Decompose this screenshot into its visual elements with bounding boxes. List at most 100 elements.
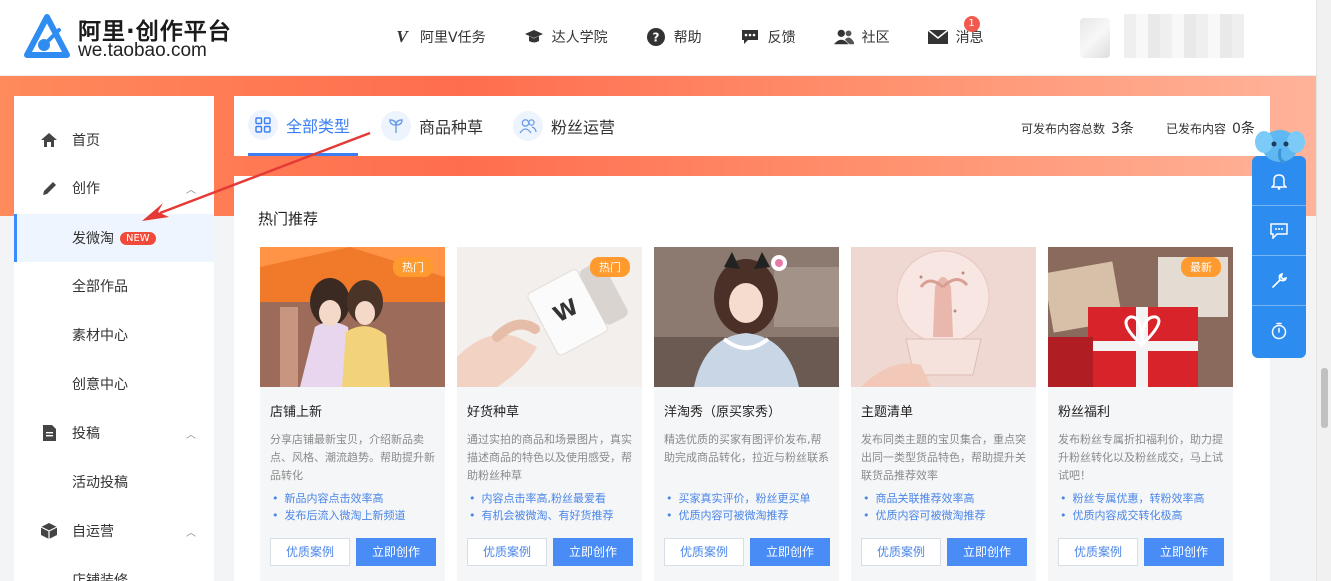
create-now-button[interactable]: 立即创作	[1144, 538, 1224, 566]
nav-help[interactable]: ? 帮助	[646, 26, 702, 48]
nav-community[interactable]: 社区	[833, 26, 890, 48]
tab-label: 粉丝运营	[551, 118, 616, 137]
card-description: 发布粉丝专属折扣福利价，助力提升粉丝转化以及粉丝成交，马上试试吧！	[1058, 433, 1223, 482]
card-buyer-show[interactable]: 洋淘秀（原买家秀） 精选优质的买家有图评价发布,帮助完成商品转化，拉近与粉丝联系…	[654, 247, 839, 581]
nav-label: 社区	[861, 30, 890, 46]
publishable-count: 可发布内容总数 3条	[1021, 118, 1134, 138]
timer-button[interactable]	[1252, 306, 1306, 356]
sidebar-item-create[interactable]: 创作 ︿	[14, 164, 214, 212]
sidebar-item-label: 全部作品	[72, 279, 128, 295]
card-theme-list[interactable]: 主题清单 发布同类主题的宝贝集合，重点突出同一类型货品特色，帮助提升关联货品推荐…	[851, 247, 1036, 581]
sidebar-item-activity-submission[interactable]: 活动投稿	[14, 458, 214, 506]
card-title: 主题清单	[861, 405, 914, 420]
tab-label: 全部类型	[286, 116, 351, 136]
sidebar-item-self-operation[interactable]: 自运营 ︿	[14, 507, 214, 555]
sidebar-item-label: 发微淘 NEW	[72, 228, 156, 248]
benefit-item: 发布后流入微淘上新频道	[272, 507, 442, 524]
mascot-icon[interactable]	[1254, 122, 1306, 166]
nav-messages[interactable]: 消息 1	[927, 16, 984, 48]
card-title: 洋淘秀（原买家秀）	[664, 405, 782, 420]
card-benefits: 商品关联推荐效率高 优质内容可被微淘推荐	[863, 490, 1033, 524]
quality-case-button[interactable]: 优质案例	[861, 538, 941, 566]
benefit-item: 优质内容可被微淘推荐	[666, 507, 836, 524]
card-benefits: 内容点击率高,粉丝最爱看 有机会被微淘、有好货推荐	[469, 490, 639, 524]
stat-value: 3条	[1111, 121, 1134, 137]
sidebar-item-shop-decoration[interactable]: 店铺装修	[14, 556, 214, 581]
sidebar: 首页 创作 ︿ 发微淘 NEW 全部作品 素材中心 创意中心 投稿 ︿ 活动投稿 …	[14, 96, 214, 581]
card-product-seeding[interactable]: W 热门 好货种草 通过实拍的商品和场景图片，真实描述商品的特色以及使用感受，帮…	[457, 247, 642, 581]
content-type-tabs: 全部类型 商品种草 粉丝运营 可发布内容总数 3条 已发布内容 0条	[234, 96, 1270, 156]
card-image[interactable]: 最新	[1048, 247, 1233, 387]
top-nav: V 阿里V任务 达人学院 ? 帮助 反馈 社区 消息 1	[392, 16, 1022, 48]
tools-button[interactable]	[1252, 256, 1306, 306]
card-fan-welfare[interactable]: 最新 粉丝福利 发布粉丝专属折扣福利价，助力提升粉丝转化以及粉丝成交，马上试试吧…	[1048, 247, 1233, 581]
logo-icon[interactable]	[24, 14, 70, 60]
chevron-up-icon: ︿	[186, 184, 196, 196]
sidebar-item-home[interactable]: 首页	[14, 116, 214, 164]
page-scrollbar[interactable]	[1316, 0, 1331, 581]
timer-icon	[1271, 322, 1287, 340]
v-icon: V	[396, 27, 408, 46]
card-image[interactable]: 热门	[260, 247, 445, 387]
card-image[interactable]	[654, 247, 839, 387]
help-icon: ?	[646, 27, 666, 47]
published-count: 已发布内容 0条	[1166, 118, 1255, 138]
card-shop-new[interactable]: 热门 店铺上新 分享店铺最新宝贝，介绍新品卖点、风格、潮流趋势。帮助提升新品转化…	[260, 247, 445, 581]
user-name-blurred[interactable]	[1124, 14, 1244, 58]
sidebar-item-all-works[interactable]: 全部作品	[14, 262, 214, 310]
nav-academy[interactable]: 达人学院	[524, 26, 608, 48]
message-count-badge: 1	[963, 16, 980, 32]
card-benefits: 新品内容点击效率高 发布后流入微淘上新频道	[272, 490, 442, 524]
nav-label: 帮助	[673, 30, 702, 46]
floating-toolbar	[1252, 156, 1306, 358]
benefit-item: 粉丝专属优惠，转粉效率高	[1060, 490, 1230, 507]
quality-case-button[interactable]: 优质案例	[664, 538, 744, 566]
stat-value: 0条	[1232, 121, 1255, 137]
create-now-button[interactable]: 立即创作	[356, 538, 436, 566]
section-title: 热门推荐	[258, 210, 319, 228]
create-now-button[interactable]: 立即创作	[553, 538, 633, 566]
top-header: 阿里·创作平台 we.taobao.com V 阿里V任务 达人学院 ? 帮助 …	[0, 0, 1331, 76]
card-description: 分享店铺最新宝贝，介绍新品卖点、风格、潮流趋势。帮助提升新品转化	[270, 433, 435, 482]
nav-ali-v-task[interactable]: V 阿里V任务	[392, 26, 486, 48]
stat-label: 已发布内容	[1166, 122, 1227, 136]
card-title: 好货种草	[467, 405, 520, 420]
pencil-icon	[40, 179, 58, 197]
tab-fan-operation[interactable]: 粉丝运营	[513, 96, 615, 156]
box-icon	[40, 522, 58, 540]
mail-icon	[927, 27, 948, 47]
sidebar-item-post-weitao[interactable]: 发微淘 NEW	[14, 214, 214, 262]
tab-product-seeding[interactable]: 商品种草	[381, 96, 483, 156]
card-image[interactable]	[851, 247, 1036, 387]
new-badge: NEW	[120, 232, 156, 245]
create-now-button[interactable]: 立即创作	[750, 538, 830, 566]
document-icon	[40, 424, 58, 442]
nav-label: 反馈	[767, 30, 796, 46]
tab-label: 商品种草	[419, 118, 484, 137]
nav-feedback[interactable]: 反馈	[740, 26, 796, 48]
users-icon	[513, 111, 543, 141]
sidebar-item-creative-center[interactable]: 创意中心	[14, 360, 214, 408]
create-now-button[interactable]: 立即创作	[947, 538, 1027, 566]
chevron-up-icon: ︿	[186, 429, 196, 441]
quality-case-button[interactable]: 优质案例	[270, 538, 350, 566]
new-tag: 最新	[1181, 257, 1221, 277]
sidebar-item-label: 投稿	[72, 426, 100, 442]
card-image[interactable]: W 热门	[457, 247, 642, 387]
sidebar-item-materials[interactable]: 素材中心	[14, 311, 214, 359]
benefit-item: 商品关联推荐效率高	[863, 490, 1033, 507]
scrollbar-thumb[interactable]	[1321, 368, 1328, 428]
avatar[interactable]	[1080, 18, 1110, 58]
message-icon	[1270, 222, 1288, 239]
quality-case-button[interactable]: 优质案例	[1058, 538, 1138, 566]
benefit-item: 新品内容点击效率高	[272, 490, 442, 507]
quality-case-button[interactable]: 优质案例	[467, 538, 547, 566]
nav-label: 达人学院	[551, 30, 608, 46]
card-description: 发布同类主题的宝贝集合，重点突出同一类型货品特色，帮助提升关联货品推荐效率	[861, 433, 1026, 482]
chat-button[interactable]	[1252, 206, 1306, 256]
logo-url[interactable]: we.taobao.com	[78, 40, 207, 62]
feedback-icon	[740, 27, 760, 47]
sidebar-item-submission[interactable]: 投稿 ︿	[14, 409, 214, 457]
nav-label: 阿里V任务	[420, 30, 486, 46]
tab-all-types[interactable]: 全部类型	[248, 96, 359, 156]
